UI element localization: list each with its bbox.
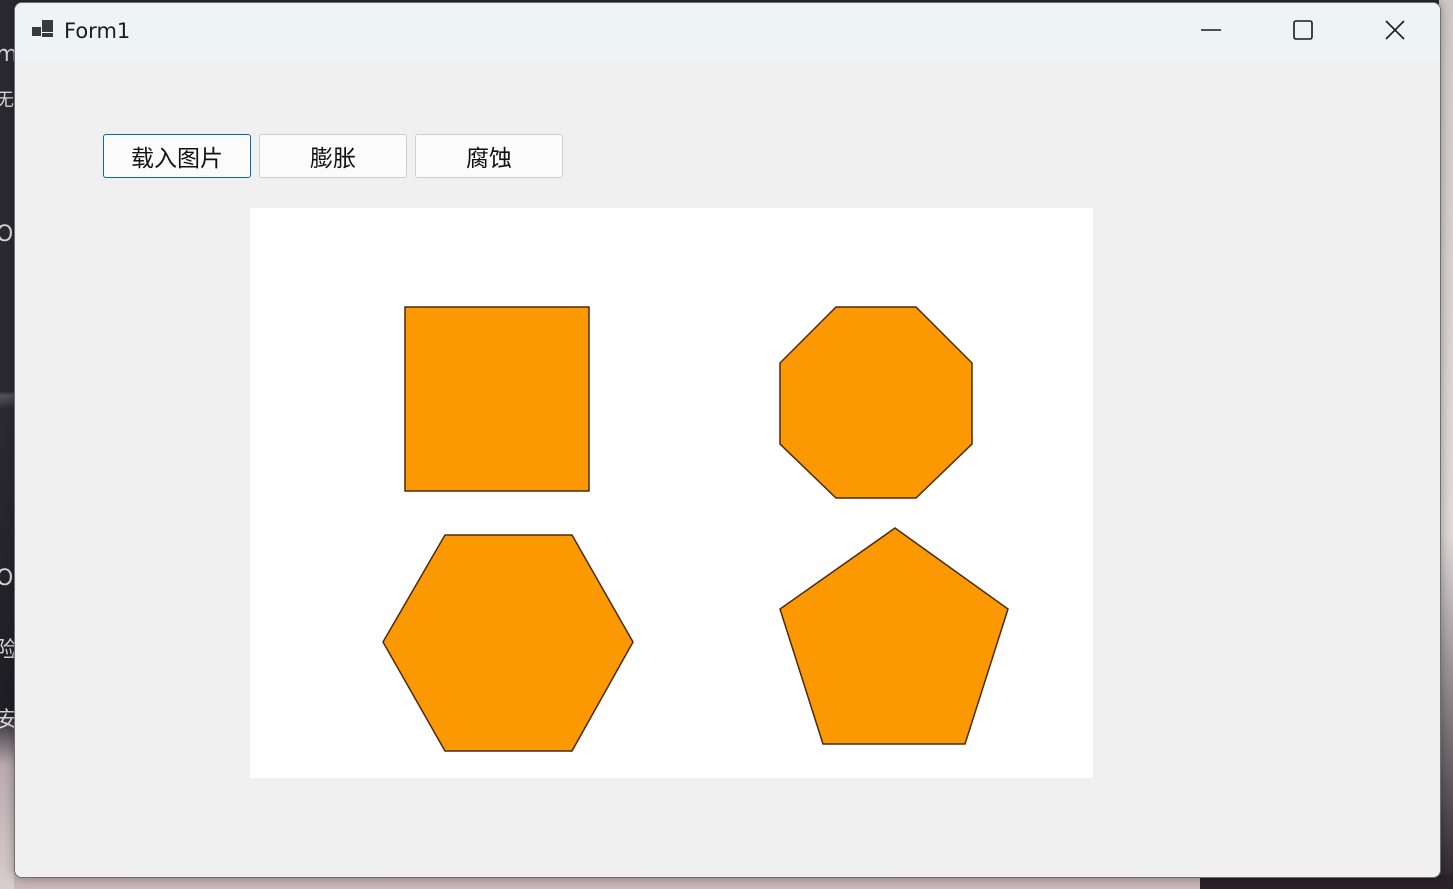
picture-box (250, 208, 1093, 778)
form-client-area: 载入图片 膨胀 腐蚀 (15, 61, 1440, 877)
desktop-background-right (1439, 0, 1453, 889)
dilate-button[interactable]: 膨胀 (259, 134, 407, 178)
form-window: Form1 载入图片 膨胀 腐蚀 (14, 2, 1441, 878)
minimize-icon (1200, 19, 1222, 45)
square-shape (404, 306, 590, 492)
title-bar[interactable]: Form1 (15, 3, 1440, 61)
erode-button[interactable]: 腐蚀 (415, 134, 563, 178)
octagon-shape (779, 306, 973, 499)
maximize-button[interactable] (1257, 3, 1349, 61)
close-button[interactable] (1349, 3, 1440, 61)
app-icon[interactable] (31, 19, 55, 41)
background-text-fragment: O (0, 222, 14, 247)
shapes-image (382, 306, 1009, 752)
hexagon-shape (382, 534, 634, 752)
maximize-icon (1292, 19, 1314, 45)
close-icon (1384, 19, 1406, 45)
pentagon-shape (779, 527, 1009, 745)
minimize-button[interactable] (1165, 3, 1257, 61)
load-image-button[interactable]: 载入图片 (103, 134, 251, 178)
background-text-fragment: 无 (0, 90, 14, 111)
background-text-fragment: O (0, 566, 14, 591)
window-title: Form1 (64, 19, 131, 43)
desktop-background-left: m 无 O O 险 安 (0, 0, 18, 889)
